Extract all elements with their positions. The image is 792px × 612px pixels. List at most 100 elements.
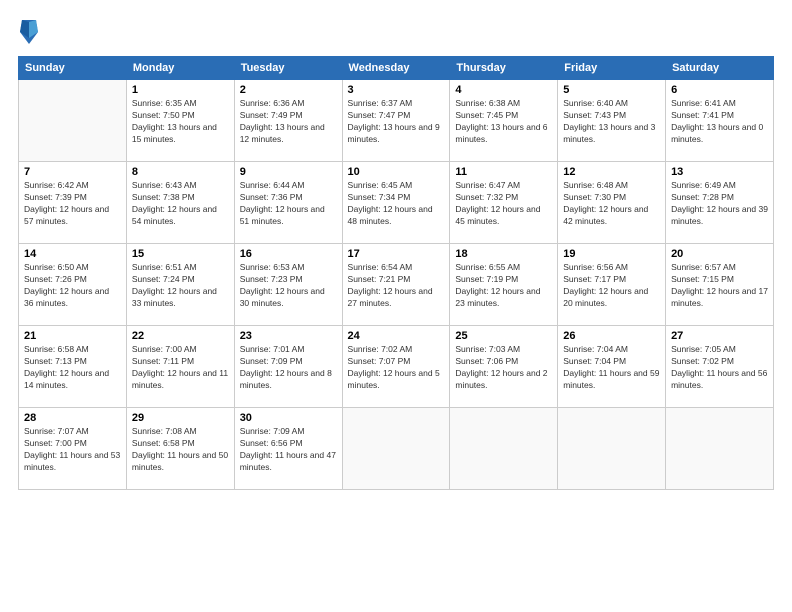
day-number: 2	[240, 84, 337, 96]
day-number: 20	[671, 248, 768, 260]
calendar-cell: 19 Sunrise: 6:56 AMSunset: 7:17 PMDayligh…	[558, 244, 666, 326]
day-info: Sunrise: 6:47 AMSunset: 7:32 PMDaylight:…	[455, 180, 552, 228]
day-number: 10	[348, 166, 445, 178]
day-info: Sunrise: 7:05 AMSunset: 7:02 PMDaylight:…	[671, 344, 768, 392]
calendar-cell: 1 Sunrise: 6:35 AMSunset: 7:50 PMDaylight…	[126, 80, 234, 162]
day-info: Sunrise: 6:43 AMSunset: 7:38 PMDaylight:…	[132, 180, 229, 228]
day-number: 11	[455, 166, 552, 178]
calendar-cell: 21 Sunrise: 6:58 AMSunset: 7:13 PMDayligh…	[19, 326, 127, 408]
day-info: Sunrise: 7:02 AMSunset: 7:07 PMDaylight:…	[348, 344, 445, 392]
calendar-cell: 6 Sunrise: 6:41 AMSunset: 7:41 PMDaylight…	[666, 80, 774, 162]
calendar-cell: 28 Sunrise: 7:07 AMSunset: 7:00 PMDayligh…	[19, 408, 127, 490]
calendar-cell	[450, 408, 558, 490]
weekday-header: Monday	[126, 57, 234, 80]
calendar-cell: 7 Sunrise: 6:42 AMSunset: 7:39 PMDaylight…	[19, 162, 127, 244]
day-number: 9	[240, 166, 337, 178]
calendar-week-row: 21 Sunrise: 6:58 AMSunset: 7:13 PMDayligh…	[19, 326, 774, 408]
day-info: Sunrise: 6:40 AMSunset: 7:43 PMDaylight:…	[563, 98, 660, 146]
calendar-cell: 10 Sunrise: 6:45 AMSunset: 7:34 PMDayligh…	[342, 162, 450, 244]
day-info: Sunrise: 6:57 AMSunset: 7:15 PMDaylight:…	[671, 262, 768, 310]
day-number: 30	[240, 412, 337, 424]
weekday-header-row: SundayMondayTuesdayWednesdayThursdayFrid…	[19, 57, 774, 80]
day-number: 28	[24, 412, 121, 424]
weekday-header: Thursday	[450, 57, 558, 80]
day-number: 25	[455, 330, 552, 342]
day-info: Sunrise: 7:08 AMSunset: 6:58 PMDaylight:…	[132, 426, 229, 474]
day-info: Sunrise: 6:36 AMSunset: 7:49 PMDaylight:…	[240, 98, 337, 146]
day-info: Sunrise: 6:37 AMSunset: 7:47 PMDaylight:…	[348, 98, 445, 146]
day-number: 22	[132, 330, 229, 342]
weekday-header: Friday	[558, 57, 666, 80]
day-number: 6	[671, 84, 768, 96]
day-info: Sunrise: 7:00 AMSunset: 7:11 PMDaylight:…	[132, 344, 229, 392]
day-number: 19	[563, 248, 660, 260]
calendar-cell	[666, 408, 774, 490]
calendar-cell: 11 Sunrise: 6:47 AMSunset: 7:32 PMDayligh…	[450, 162, 558, 244]
calendar-cell	[19, 80, 127, 162]
calendar-cell: 27Sunrise: 7:05 AMSunset: 7:02 PMDayligh…	[666, 326, 774, 408]
day-number: 13	[671, 166, 768, 178]
day-number: 12	[563, 166, 660, 178]
calendar-cell: 8Sunrise: 6:43 AMSunset: 7:38 PMDaylight…	[126, 162, 234, 244]
calendar-cell: 20 Sunrise: 6:57 AMSunset: 7:15 PMDayligh…	[666, 244, 774, 326]
calendar-cell: 25 Sunrise: 7:03 AMSunset: 7:06 PMDayligh…	[450, 326, 558, 408]
calendar-cell: 12 Sunrise: 6:48 AMSunset: 7:30 PMDayligh…	[558, 162, 666, 244]
logo	[18, 18, 44, 46]
day-number: 24	[348, 330, 445, 342]
day-info: Sunrise: 7:03 AMSunset: 7:06 PMDaylight:…	[455, 344, 552, 392]
day-info: Sunrise: 6:48 AMSunset: 7:30 PMDaylight:…	[563, 180, 660, 228]
day-number: 29	[132, 412, 229, 424]
day-number: 21	[24, 330, 121, 342]
calendar-cell: 22 Sunrise: 7:00 AMSunset: 7:11 PMDayligh…	[126, 326, 234, 408]
day-info: Sunrise: 6:54 AMSunset: 7:21 PMDaylight:…	[348, 262, 445, 310]
calendar-cell: 3Sunrise: 6:37 AMSunset: 7:47 PMDaylight…	[342, 80, 450, 162]
calendar-cell: 26 Sunrise: 7:04 AMSunset: 7:04 PMDayligh…	[558, 326, 666, 408]
calendar-cell: 24 Sunrise: 7:02 AMSunset: 7:07 PMDayligh…	[342, 326, 450, 408]
day-info: Sunrise: 6:45 AMSunset: 7:34 PMDaylight:…	[348, 180, 445, 228]
day-info: Sunrise: 6:56 AMSunset: 7:17 PMDaylight:…	[563, 262, 660, 310]
day-number: 1	[132, 84, 229, 96]
day-number: 17	[348, 248, 445, 260]
day-info: Sunrise: 7:01 AMSunset: 7:09 PMDaylight:…	[240, 344, 337, 392]
weekday-header: Saturday	[666, 57, 774, 80]
day-info: Sunrise: 6:55 AMSunset: 7:19 PMDaylight:…	[455, 262, 552, 310]
day-number: 5	[563, 84, 660, 96]
calendar-week-row: 14 Sunrise: 6:50 AMSunset: 7:26 PMDayligh…	[19, 244, 774, 326]
calendar-cell: 9 Sunrise: 6:44 AMSunset: 7:36 PMDaylight…	[234, 162, 342, 244]
page: SundayMondayTuesdayWednesdayThursdayFrid…	[0, 0, 792, 612]
calendar-cell: 18 Sunrise: 6:55 AMSunset: 7:19 PMDayligh…	[450, 244, 558, 326]
day-info: Sunrise: 7:04 AMSunset: 7:04 PMDaylight:…	[563, 344, 660, 392]
day-info: Sunrise: 6:35 AMSunset: 7:50 PMDaylight:…	[132, 98, 229, 146]
day-number: 4	[455, 84, 552, 96]
logo-icon	[18, 18, 40, 46]
calendar-cell: 14 Sunrise: 6:50 AMSunset: 7:26 PMDayligh…	[19, 244, 127, 326]
day-number: 7	[24, 166, 121, 178]
calendar-cell: 30 Sunrise: 7:09 AMSunset: 6:56 PMDayligh…	[234, 408, 342, 490]
calendar-table: SundayMondayTuesdayWednesdayThursdayFrid…	[18, 56, 774, 490]
day-info: Sunrise: 6:38 AMSunset: 7:45 PMDaylight:…	[455, 98, 552, 146]
weekday-header: Wednesday	[342, 57, 450, 80]
calendar-cell: 4 Sunrise: 6:38 AMSunset: 7:45 PMDaylight…	[450, 80, 558, 162]
calendar-cell: 29 Sunrise: 7:08 AMSunset: 6:58 PMDayligh…	[126, 408, 234, 490]
day-info: Sunrise: 6:44 AMSunset: 7:36 PMDaylight:…	[240, 180, 337, 228]
weekday-header: Tuesday	[234, 57, 342, 80]
day-number: 26	[563, 330, 660, 342]
calendar-cell: 5 Sunrise: 6:40 AMSunset: 7:43 PMDaylight…	[558, 80, 666, 162]
calendar-cell: 17 Sunrise: 6:54 AMSunset: 7:21 PMDayligh…	[342, 244, 450, 326]
day-info: Sunrise: 6:42 AMSunset: 7:39 PMDaylight:…	[24, 180, 121, 228]
day-number: 14	[24, 248, 121, 260]
day-number: 18	[455, 248, 552, 260]
weekday-header: Sunday	[19, 57, 127, 80]
day-info: Sunrise: 6:58 AMSunset: 7:13 PMDaylight:…	[24, 344, 121, 392]
calendar-cell	[342, 408, 450, 490]
calendar-cell: 15Sunrise: 6:51 AMSunset: 7:24 PMDayligh…	[126, 244, 234, 326]
day-info: Sunrise: 6:41 AMSunset: 7:41 PMDaylight:…	[671, 98, 768, 146]
day-info: Sunrise: 6:53 AMSunset: 7:23 PMDaylight:…	[240, 262, 337, 310]
header	[18, 18, 774, 46]
day-info: Sunrise: 6:50 AMSunset: 7:26 PMDaylight:…	[24, 262, 121, 310]
calendar-week-row: 1 Sunrise: 6:35 AMSunset: 7:50 PMDaylight…	[19, 80, 774, 162]
calendar-cell: 23Sunrise: 7:01 AMSunset: 7:09 PMDayligh…	[234, 326, 342, 408]
calendar-cell: 16Sunrise: 6:53 AMSunset: 7:23 PMDayligh…	[234, 244, 342, 326]
day-info: Sunrise: 7:07 AMSunset: 7:00 PMDaylight:…	[24, 426, 121, 474]
day-info: Sunrise: 7:09 AMSunset: 6:56 PMDaylight:…	[240, 426, 337, 474]
